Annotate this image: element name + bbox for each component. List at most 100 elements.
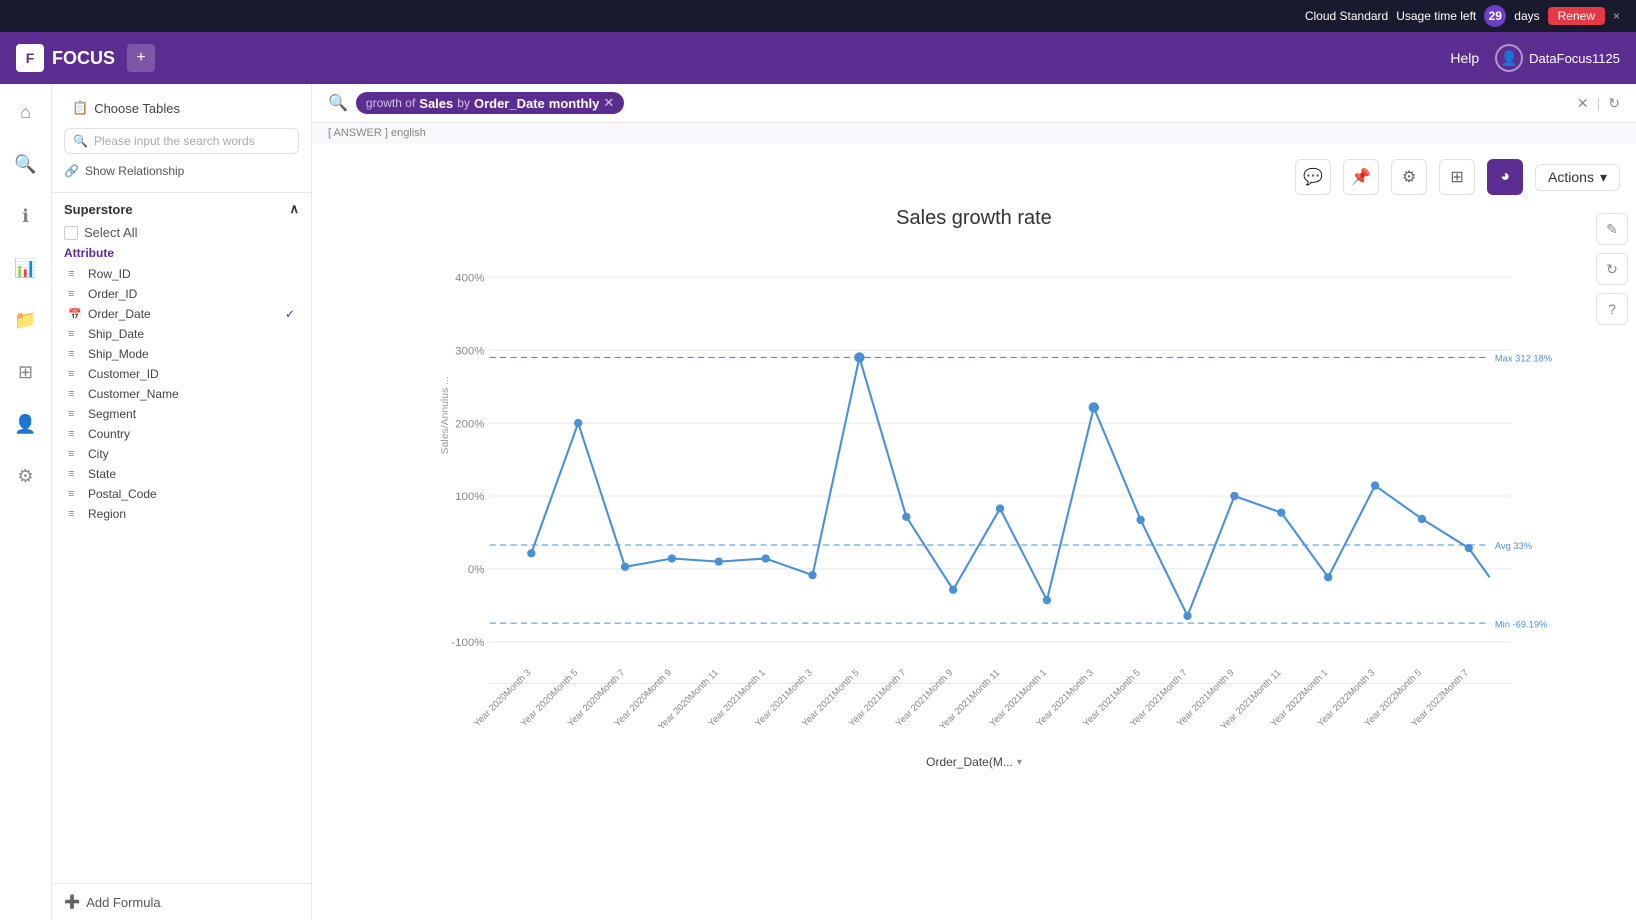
days-unit: days [1514,9,1539,23]
add-formula-icon: ➕ [64,894,80,910]
settings-icon-btn[interactable]: ⚙ [1391,159,1427,195]
select-all-row[interactable]: Select All [64,225,299,240]
data-point [1137,516,1145,524]
table-icon-btn[interactable]: ⊞ [1439,159,1475,195]
nav-user-icon[interactable]: 👤 [10,408,42,440]
field-name-label: Order_Date [88,307,279,321]
nav-settings-icon[interactable]: ⚙ [10,460,42,492]
svg-text:-100%: -100% [451,637,484,649]
search-actions: ✕ | ↻ [1577,95,1620,112]
nav-chart-icon[interactable]: 📊 [10,252,42,284]
svg-text:Max 312.18%: Max 312.18% [1495,354,1552,364]
user-avatar: 👤 [1495,44,1523,72]
nav-search-icon[interactable]: 🔍 [10,148,42,180]
line-chart-svg: 400% 300% 200% 100% 0% -100% Sales/Annul… [328,246,1620,746]
table-header[interactable]: Superstore ∧ [64,201,299,217]
chat-icon-btn[interactable]: 💬 [1295,159,1331,195]
pill-close-icon[interactable]: ✕ [603,95,614,111]
show-relationship[interactable]: 🔗 Show Relationship [64,162,299,180]
nav-home-icon[interactable]: ⌂ [10,96,42,128]
field-item-order_id[interactable]: ≡Order_ID [64,284,299,304]
clear-search-icon[interactable]: ✕ [1577,95,1589,112]
field-item-customer_name[interactable]: ≡Customer_Name [64,384,299,404]
close-icon[interactable]: × [1613,9,1620,23]
data-point [1324,573,1332,581]
field-item-country[interactable]: ≡Country [64,424,299,444]
field-item-region[interactable]: ≡Region [64,504,299,524]
logo-text: FOCUS [52,48,115,69]
field-item-segment[interactable]: ≡ Segment [64,404,299,424]
field-item-customer_id[interactable]: ≡ Customer_ID [64,364,299,384]
select-all-checkbox[interactable] [64,226,78,240]
attribute-label: Attribute [64,246,299,260]
x-axis-chevron-icon: ▾ [1017,757,1022,768]
field-item-postal_code[interactable]: ≡Postal_Code [64,484,299,504]
logo-area: F FOCUS [16,44,115,72]
field-name-label: Ship_Date [88,327,295,341]
field-type-icon: ≡ [68,488,82,500]
field-item-order_date[interactable]: 📅Order_Date✓ [64,304,299,324]
sidebar: 📋 Choose Tables 🔍 Please input the searc… [52,84,312,920]
field-name-label: Customer_ID [88,367,295,381]
actions-button[interactable]: Actions ▾ [1535,164,1620,191]
main-layout: ⌂ 🔍 ℹ 📊 📁 ⊞ 👤 ⚙ 📋 Choose Tables 🔍 Please… [0,84,1636,920]
data-point [668,554,676,562]
nav-folder-icon[interactable]: 📁 [10,304,42,336]
header-right: Help 👤 DataFocus1125 [1450,44,1620,72]
refresh-search-icon[interactable]: ↻ [1608,95,1620,112]
svg-text:400%: 400% [455,272,484,284]
user-area: 👤 DataFocus1125 [1495,44,1620,72]
search-placeholder: Please input the search words [94,134,255,148]
data-point [621,563,629,571]
actions-chevron: ▾ [1600,169,1607,186]
data-point [808,571,816,579]
sidebar-search[interactable]: 🔍 Please input the search words [64,128,299,154]
logo-icon: F [16,44,44,72]
chart-container: 💬 📌 ⚙ ⊞ ◕ Actions ▾ Sales growth rate ✎ … [312,143,1636,920]
svg-text:200%: 200% [455,418,484,430]
pill-monthly: monthly [549,96,600,111]
data-point [1230,492,1238,500]
field-type-icon: 📅 [68,308,82,321]
field-type-icon: ≡ [68,508,82,520]
nav-info-icon[interactable]: ℹ [10,200,42,232]
help-link[interactable]: Help [1450,50,1479,66]
nav-table2-icon[interactable]: ⊞ [10,356,42,388]
field-type-icon: ≡ [68,408,82,420]
x-axis-label[interactable]: Order_Date(M... ▾ [328,755,1620,769]
field-type-icon: ≡ [68,348,82,360]
data-point [1183,612,1191,620]
field-item-city[interactable]: ≡City [64,444,299,464]
svg-text:0%: 0% [468,564,485,576]
field-item-ship_mode[interactable]: ≡Ship_Mode [64,344,299,364]
field-type-icon: ≡ [68,288,82,300]
search-icon: 🔍 [328,93,348,113]
search-pill[interactable]: growth of Sales by Order_Date monthly ✕ [356,92,624,114]
pin-icon-btn[interactable]: 📌 [1343,159,1379,195]
field-name-label: Segment [88,407,295,421]
renew-button[interactable]: Renew [1548,7,1605,25]
left-nav: ⌂ 🔍 ℹ 📊 📁 ⊞ 👤 ⚙ [0,84,52,920]
data-point [574,419,582,427]
pill-order-date: Order_Date [474,96,545,111]
add-formula-button[interactable]: ➕ Add Formula [52,883,311,920]
table-name: Superstore [64,202,133,217]
new-tab-button[interactable]: + [127,44,155,72]
pie-chart-icon-btn[interactable]: ◕ [1487,159,1523,195]
field-type-icon: ≡ [68,328,82,340]
actions-label: Actions [1548,169,1594,185]
field-type-icon: ≡ [68,368,82,380]
fields-list: ≡Row_ID≡Order_ID📅Order_Date✓≡Ship_Date≡S… [64,264,299,524]
collapse-icon: ∧ [289,201,299,217]
svg-text:Avg 33%: Avg 33% [1495,541,1532,551]
choose-tables-button[interactable]: 📋 Choose Tables [64,96,299,120]
edit-chart-button[interactable]: ✎ [1596,213,1628,245]
data-point [1465,544,1473,552]
field-item-row_id[interactable]: ≡Row_ID [64,264,299,284]
field-name-label: City [88,447,295,461]
field-item-state[interactable]: ≡State [64,464,299,484]
field-item-ship_date[interactable]: ≡ Ship_Date [64,324,299,344]
top-banner: Cloud Standard Usage time left 29 days R… [0,0,1636,32]
pill-sales: Sales [419,96,453,111]
data-point [715,557,723,565]
